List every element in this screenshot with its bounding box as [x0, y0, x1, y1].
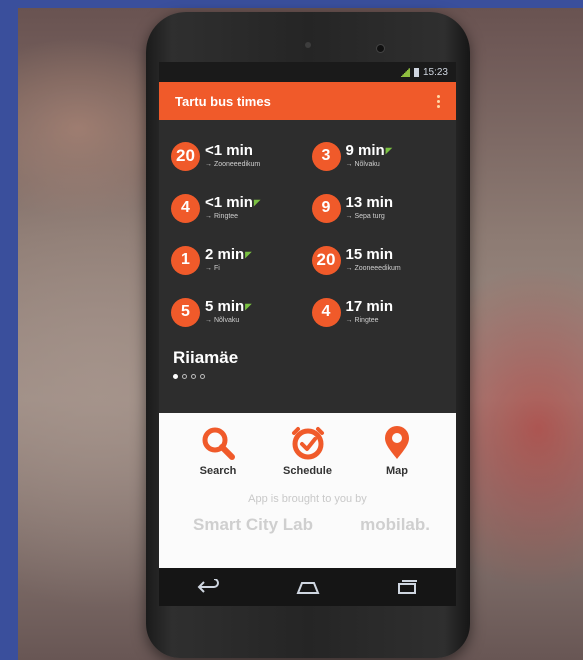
schedule-button[interactable]: Schedule: [273, 425, 343, 477]
search-label: Search: [199, 465, 237, 477]
page-indicator[interactable]: [159, 368, 456, 379]
schedule-label: Schedule: [283, 465, 332, 477]
status-bar: 15:23: [159, 62, 456, 82]
departure-destination: → Ringtee: [205, 213, 239, 220]
back-icon[interactable]: [196, 579, 222, 595]
page-dot[interactable]: [200, 374, 205, 379]
action-row: Search Schedule Map: [159, 413, 456, 477]
page-dot-active[interactable]: [173, 374, 178, 379]
departure-item[interactable]: 5 5 min◤ → Nõlvaku: [171, 286, 306, 338]
battery-icon: [413, 67, 419, 77]
live-signal-icon: ◤: [385, 146, 392, 155]
departure-time: 5 min: [205, 298, 245, 315]
smart-city-lab-logo: Smart City Lab: [193, 515, 313, 534]
departure-destination: → Zooneeedikum: [345, 265, 401, 272]
page-dot[interactable]: [182, 374, 187, 379]
app-bar: Tartu bus times: [159, 82, 456, 120]
recent-apps-icon[interactable]: [394, 579, 420, 595]
departures-grid: 20 <1 min → Zooneeedikum 3 9 min◤ → Nõlv…: [159, 120, 456, 338]
live-signal-icon: ◤: [253, 198, 261, 207]
page-dot[interactable]: [191, 374, 196, 379]
departure-destination: → Fi: [205, 265, 220, 272]
departure-item[interactable]: 3 9 min◤ → Nõlvaku: [311, 130, 447, 182]
departure-destination: → Zooneeedikum: [205, 161, 261, 168]
phone-speaker: [305, 42, 311, 48]
departure-item[interactable]: 20 15 min → Zooneeedikum: [311, 234, 447, 286]
phone-device: 15:23 Tartu bus times 20 <1 min → Zoonee…: [146, 12, 470, 658]
live-signal-icon: ◤: [245, 302, 252, 311]
status-time: 15:23: [422, 66, 448, 78]
route-badge: 9: [311, 193, 341, 223]
overflow-menu-icon[interactable]: [433, 91, 444, 112]
credit-text: App is brought to you by: [248, 493, 367, 505]
phone-camera: [376, 44, 385, 53]
map-button[interactable]: Map: [362, 425, 432, 477]
android-nav-bar: [159, 568, 456, 606]
mobilab-logo: mobilab.: [360, 515, 430, 534]
route-badge: 4: [311, 297, 341, 327]
route-badge: 20: [171, 141, 200, 171]
departure-item[interactable]: 9 13 min → Sepa turg: [311, 182, 447, 234]
map-label: Map: [386, 465, 408, 477]
departure-time: 15 min: [345, 246, 394, 263]
departure-destination: → Nõlvaku: [205, 317, 240, 324]
departure-time: 13 min: [345, 194, 394, 211]
signal-icon: [399, 67, 410, 77]
live-signal-icon: ◤: [245, 250, 252, 259]
departure-time: <1 min: [205, 194, 253, 211]
app-title: Tartu bus times: [175, 93, 271, 109]
departure-item[interactable]: 20 <1 min → Zooneeedikum: [171, 130, 306, 182]
stop-name: Riiamäe: [173, 348, 239, 367]
departure-time: <1 min: [205, 142, 253, 159]
route-badge: 5: [171, 297, 200, 327]
route-badge: 1: [171, 245, 200, 275]
route-badge: 3: [311, 141, 341, 171]
departure-item[interactable]: 4 17 min → Ringtee: [311, 286, 447, 338]
clock-icon: [291, 427, 324, 460]
departure-time: 17 min: [345, 298, 394, 315]
home-icon[interactable]: [295, 579, 321, 595]
departure-item[interactable]: 4 <1 min◤ → Ringtee: [171, 182, 306, 234]
route-badge: 4: [171, 193, 200, 223]
departure-time: 2 min: [205, 246, 245, 263]
phone-screen: 15:23 Tartu bus times 20 <1 min → Zoonee…: [159, 62, 456, 606]
bottom-panel: Search Schedule Map App is brought to yo…: [159, 413, 456, 568]
search-button[interactable]: Search: [183, 425, 253, 477]
departure-destination: → Sepa turg: [345, 213, 385, 220]
departure-destination: → Nõlvaku: [345, 161, 380, 168]
departure-time: 9 min: [345, 142, 385, 159]
route-badge: 20: [311, 245, 341, 275]
map-pin-icon: [385, 426, 409, 459]
sponsor-logos: Smart City Lab mobilab.: [159, 505, 456, 535]
departure-destination: → Ringtee: [345, 317, 379, 324]
departure-item[interactable]: 1 2 min◤ → Fi: [171, 234, 306, 286]
search-icon: [202, 427, 235, 460]
